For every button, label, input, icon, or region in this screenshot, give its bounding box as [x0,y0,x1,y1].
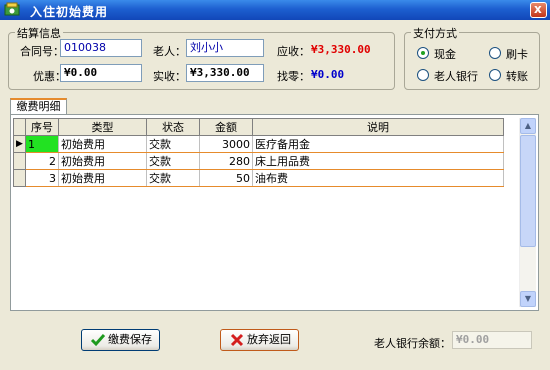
vertical-scrollbar[interactable]: ▲ ▼ [519,118,536,307]
change-value: ¥0.00 [311,68,345,81]
received-field[interactable]: ¥3,330.00 [186,64,264,82]
red-x-icon [230,333,244,347]
cell-status[interactable]: 交款 [146,169,200,187]
checkmark-icon [90,334,106,347]
title-bar: 入住初始费用 x [0,0,550,20]
radio-transfer[interactable] [489,69,501,81]
tab-payment-details[interactable]: 缴费明细 [10,98,67,114]
receivable-label: 应收： [277,45,310,58]
contract-field[interactable]: 010038 [60,39,142,57]
cancel-return-button[interactable]: 放弃返回 [220,329,299,351]
cell-type[interactable]: 初始费用 [58,152,147,170]
cell-index[interactable]: 2 [25,152,59,170]
change-label: 找零： [277,70,310,83]
header-note[interactable]: 说明 [252,118,504,136]
cell-note[interactable]: 床上用品费 [252,152,504,170]
settlement-group-title: 结算信息 [15,25,63,41]
header-index[interactable]: 序号 [25,118,59,136]
current-row-indicator: ▶ [13,135,26,153]
radio-cash[interactable] [417,47,429,59]
header-amount[interactable]: 金额 [199,118,253,136]
radio-elder-bank[interactable] [417,69,429,81]
app-icon [4,2,20,16]
radio-transfer-label[interactable]: 转账 [506,68,528,84]
cell-note[interactable]: 医疗备用金 [252,135,504,153]
header-status[interactable]: 状态 [146,118,200,136]
contract-label: 合同号： [20,45,64,58]
details-table: 序号 类型 状态 金额 说明 ▶ 1 初始费用 交款 3000 医疗备用金 2 … [13,118,504,187]
close-button[interactable]: x [530,2,547,18]
scroll-up-icon[interactable]: ▲ [520,118,536,134]
row-indicator [13,152,26,170]
cell-status[interactable]: 交款 [146,152,200,170]
save-button-label: 缴费保存 [108,333,152,346]
cell-note[interactable]: 油布费 [252,169,504,187]
receivable-value: ¥3,330.00 [311,43,371,56]
table-row[interactable]: 3 初始费用 交款 50 油布费 [13,169,504,187]
row-indicator [13,169,26,187]
scroll-down-icon[interactable]: ▼ [520,291,536,307]
cell-amount[interactable]: 280 [199,152,253,170]
header-indicator [13,118,26,136]
cell-type[interactable]: 初始费用 [58,135,147,153]
elder-bank-balance-field: ¥0.00 [452,331,532,349]
table-header-row: 序号 类型 状态 金额 说明 [13,118,504,136]
payment-details-grid: 序号 类型 状态 金额 说明 ▶ 1 初始费用 交款 3000 医疗备用金 2 … [10,114,539,311]
cell-amount[interactable]: 50 [199,169,253,187]
window-title: 入住初始费用 [30,5,109,19]
cell-type[interactable]: 初始费用 [58,169,147,187]
close-icon: x [534,2,542,16]
cancel-button-label: 放弃返回 [247,333,291,346]
table-row[interactable]: 2 初始费用 交款 280 床上用品费 [13,152,504,170]
elder-label: 老人： [153,45,186,58]
payment-group-title: 支付方式 [411,25,459,41]
radio-elder-bank-label[interactable]: 老人银行 [434,68,478,84]
cell-index[interactable]: 3 [25,169,59,187]
save-payment-button[interactable]: 缴费保存 [81,329,160,351]
radio-card-label[interactable]: 刷卡 [506,46,528,62]
discount-field[interactable]: ¥0.00 [60,64,142,82]
radio-card[interactable] [489,47,501,59]
elder-bank-balance-label: 老人银行余额： [374,337,451,350]
scroll-thumb[interactable] [520,135,536,247]
table-row[interactable]: ▶ 1 初始费用 交款 3000 医疗备用金 [13,135,504,153]
cell-amount[interactable]: 3000 [199,135,253,153]
received-label: 实收： [153,70,186,83]
radio-cash-label[interactable]: 现金 [434,46,456,62]
cell-status[interactable]: 交款 [146,135,200,153]
header-type[interactable]: 类型 [58,118,147,136]
elder-field[interactable]: 刘小小 [186,39,264,57]
cell-index[interactable]: 1 [25,135,59,153]
